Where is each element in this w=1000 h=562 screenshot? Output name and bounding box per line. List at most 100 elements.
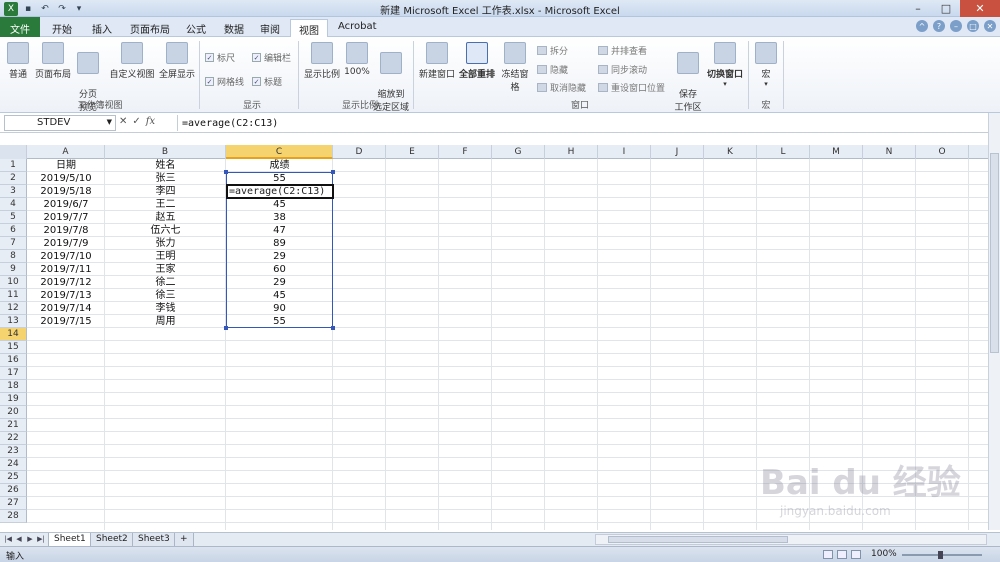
row-header[interactable]: 6	[0, 224, 27, 237]
row-header[interactable]: 14	[0, 328, 27, 341]
row-header[interactable]: 23	[0, 445, 27, 458]
header-cell[interactable]: 日期	[27, 159, 105, 172]
column-header[interactable]: G	[492, 145, 545, 159]
switch-windows-button[interactable]: 切换窗口 ▾	[706, 42, 744, 88]
next-sheet-icon[interactable]: ▶	[25, 535, 35, 543]
workbook-minimize-icon[interactable]: –	[950, 20, 962, 32]
tab-view[interactable]: 视图	[290, 19, 328, 37]
table-cell[interactable]: 伍六七	[105, 224, 226, 237]
row-header[interactable]: 24	[0, 458, 27, 471]
first-sheet-icon[interactable]: |◀	[3, 535, 13, 543]
horizontal-scrollbar[interactable]	[595, 534, 987, 545]
column-header[interactable]: K	[704, 145, 757, 159]
enter-formula-icon[interactable]: ✓	[132, 116, 140, 127]
table-cell[interactable]: 2019/7/13	[27, 289, 105, 302]
column-header[interactable]: A	[27, 145, 105, 159]
select-all-corner[interactable]	[0, 145, 27, 159]
insert-sheet-icon[interactable]: +	[174, 533, 194, 547]
column-header[interactable]: N	[863, 145, 916, 159]
unhide-button[interactable]: 取消隐藏	[537, 81, 586, 94]
table-cell[interactable]: 李四	[105, 185, 226, 198]
tab-acrobat[interactable]: Acrobat	[330, 19, 385, 37]
maximize-icon[interactable]: □	[932, 0, 960, 17]
row-header[interactable]: 21	[0, 419, 27, 432]
formula-bar-checkbox[interactable]: ✓ 编辑栏	[252, 51, 291, 64]
table-cell[interactable]: 张三	[105, 172, 226, 185]
table-cell[interactable]: 2019/5/18	[27, 185, 105, 198]
workbook-close-icon[interactable]: ✕	[984, 20, 996, 32]
macros-button[interactable]: 宏 ▾	[753, 42, 779, 88]
vertical-scroll-thumb[interactable]	[990, 153, 999, 353]
row-header[interactable]: 1	[0, 159, 27, 172]
name-box-dropdown-icon[interactable]: ▼	[107, 118, 112, 126]
hide-button[interactable]: 隐藏	[537, 63, 568, 76]
arrange-all-button[interactable]: 全部重排	[458, 42, 496, 80]
row-header[interactable]: 12	[0, 302, 27, 315]
table-cell[interactable]: 2019/7/10	[27, 250, 105, 263]
normal-view-status-icon[interactable]	[823, 550, 833, 559]
column-header[interactable]: F	[439, 145, 492, 159]
zoom-button[interactable]: 显示比例	[303, 42, 341, 80]
table-cell[interactable]: 2019/6/7	[27, 198, 105, 211]
table-cell[interactable]: 王二	[105, 198, 226, 211]
tab-file[interactable]: 文件	[0, 17, 40, 37]
table-cell[interactable]: 2019/7/14	[27, 302, 105, 315]
zoom-100-button[interactable]: 100%	[343, 42, 371, 77]
table-cell[interactable]: 2019/7/9	[27, 237, 105, 250]
zoom-level[interactable]: 100%	[871, 549, 897, 559]
zoom-slider-knob[interactable]	[938, 551, 943, 559]
column-header[interactable]: J	[651, 145, 704, 159]
table-cell[interactable]: 赵五	[105, 211, 226, 224]
row-header[interactable]: 10	[0, 276, 27, 289]
selection-handle[interactable]	[331, 326, 335, 330]
page-break-status-icon[interactable]	[851, 550, 861, 559]
column-header[interactable]: I	[598, 145, 651, 159]
header-cell[interactable]: 姓名	[105, 159, 226, 172]
row-header[interactable]: 20	[0, 406, 27, 419]
formula-input[interactable]	[177, 115, 987, 131]
row-header[interactable]: 17	[0, 367, 27, 380]
row-header[interactable]: 18	[0, 380, 27, 393]
tab-home[interactable]: 开始	[44, 19, 80, 37]
help-icon[interactable]: ?	[933, 20, 945, 32]
selection-handle[interactable]	[331, 170, 335, 174]
table-cell[interactable]: 徐三	[105, 289, 226, 302]
table-cell[interactable]: 2019/7/12	[27, 276, 105, 289]
ruler-checkbox[interactable]: ✓ 标尺	[205, 51, 235, 64]
row-header[interactable]: 27	[0, 497, 27, 510]
table-cell[interactable]: 2019/5/10	[27, 172, 105, 185]
split-button[interactable]: 拆分	[537, 44, 568, 57]
row-header[interactable]: 9	[0, 263, 27, 276]
row-header[interactable]: 28	[0, 510, 27, 523]
column-header[interactable]: O	[916, 145, 969, 159]
headings-checkbox[interactable]: ✓ 标题	[252, 75, 282, 88]
column-header[interactable]: D	[333, 145, 386, 159]
column-header[interactable]: B	[105, 145, 226, 159]
zoom-slider[interactable]	[902, 551, 982, 559]
row-header[interactable]: 3	[0, 185, 27, 198]
row-header[interactable]: 25	[0, 471, 27, 484]
row-header[interactable]: 11	[0, 289, 27, 302]
sync-scroll-button[interactable]: 同步滚动	[598, 63, 647, 76]
sheet-tab-sheet3[interactable]: Sheet3	[132, 533, 176, 547]
workbook-restore-icon[interactable]: □	[967, 20, 979, 32]
row-header[interactable]: 19	[0, 393, 27, 406]
sheet-tab-sheet2[interactable]: Sheet2	[90, 533, 134, 547]
tab-data[interactable]: 数据	[216, 19, 252, 37]
selection-handle[interactable]	[224, 170, 228, 174]
table-cell[interactable]: 张力	[105, 237, 226, 250]
row-header[interactable]: 2	[0, 172, 27, 185]
table-cell[interactable]: 2019/7/15	[27, 315, 105, 328]
new-window-button[interactable]: 新建窗口	[418, 42, 456, 80]
name-box[interactable]: STDEV ▼	[4, 115, 116, 131]
full-screen-button[interactable]: 全屏显示	[157, 42, 197, 80]
active-cell-editor[interactable]: =average(C2:C13)	[226, 184, 334, 199]
reset-window-position-button[interactable]: 重设窗口位置	[598, 81, 665, 94]
save-workspace-button[interactable]: 保存 工作区	[672, 42, 704, 123]
insert-function-icon[interactable]: fx	[146, 116, 155, 127]
table-cell[interactable]: 2019/7/8	[27, 224, 105, 237]
tab-formulas[interactable]: 公式	[178, 19, 214, 37]
freeze-panes-button[interactable]: 冻结窗格	[498, 42, 532, 93]
selection-handle[interactable]	[224, 326, 228, 330]
table-cell[interactable]: 王明	[105, 250, 226, 263]
